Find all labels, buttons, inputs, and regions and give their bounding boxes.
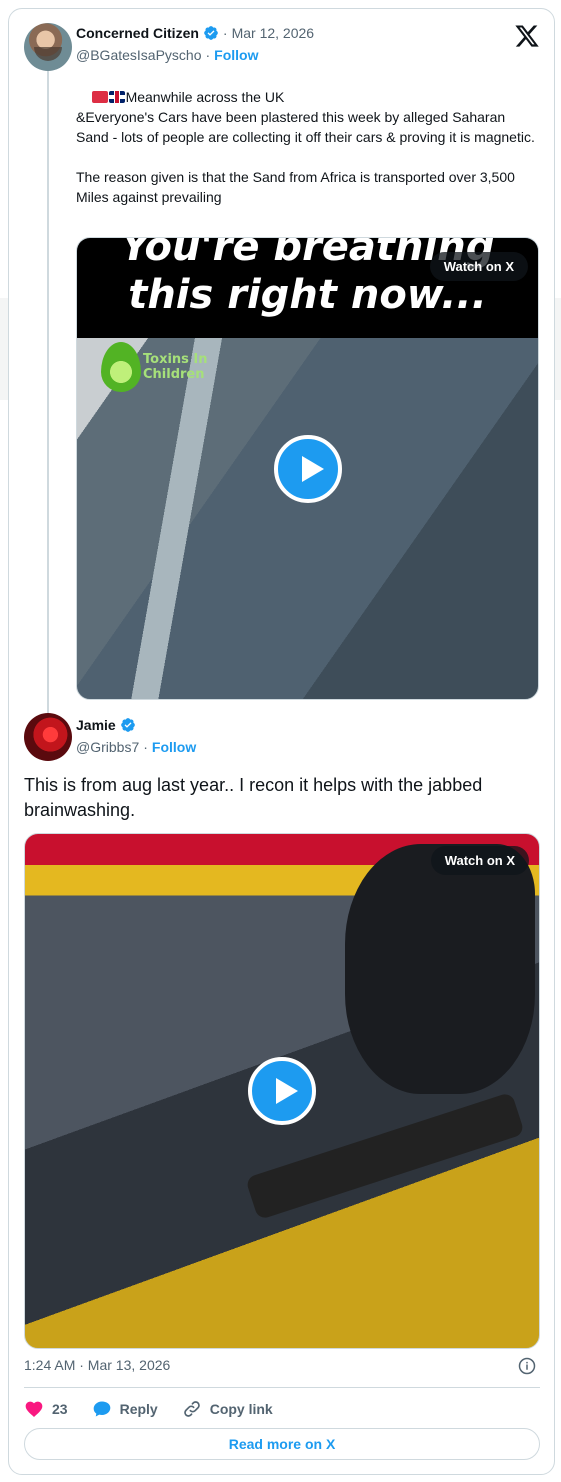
play-button-icon[interactable] <box>274 435 342 503</box>
heart-icon <box>25 1401 43 1417</box>
author-name[interactable]: Jamie <box>76 717 116 733</box>
reply-tweet-text: This is from aug last year.. I recon it … <box>24 775 483 820</box>
copy-link-button[interactable]: Copy link <box>182 1399 273 1419</box>
like-count: 23 <box>52 1401 68 1417</box>
follow-button[interactable]: Follow <box>214 47 258 63</box>
toxins-logo: Toxins In Children <box>101 342 208 392</box>
action-bar: 23 Reply Copy link <box>24 1399 297 1419</box>
siren-emoji-icon <box>91 91 108 103</box>
separator-dot: · <box>143 739 148 755</box>
read-more-button[interactable]: Read more on X <box>24 1428 540 1460</box>
tweet-embed-card: Concerned Citizen · Mar 12, 2026 @BGates… <box>8 8 555 1475</box>
drop-mascot-icon <box>101 342 141 392</box>
watch-on-x-button[interactable]: Watch on X <box>429 252 528 281</box>
uk-flag-emoji-icon <box>108 91 125 103</box>
reply-label: Reply <box>119 1401 158 1417</box>
tweet-timestamp[interactable]: 1:24 AM · Mar 13, 2026 <box>24 1357 170 1373</box>
follow-button[interactable]: Follow <box>152 739 196 755</box>
reply-bubble-icon <box>93 1401 110 1417</box>
x-logo-icon[interactable] <box>514 23 540 49</box>
info-icon[interactable] <box>518 1357 536 1375</box>
play-button-icon[interactable] <box>248 1057 316 1125</box>
author-handle[interactable]: @Gribbs7 <box>76 739 139 755</box>
video-frame-hand <box>345 844 535 1094</box>
separator-dot: · <box>205 47 211 63</box>
reply-handle-row: @Gribbs7 · Follow <box>76 739 196 755</box>
tweet-text-line: Meanwhile across the UK <box>125 89 285 105</box>
reply-author-row: Jamie <box>76 717 136 733</box>
logo-text-1: Toxins In <box>143 352 208 367</box>
main-tweet-handle-row: @BGatesIsaPyscho · Follow <box>76 47 259 63</box>
tweet-video[interactable]: Watch on X <box>24 833 540 1349</box>
avatar[interactable] <box>24 23 72 71</box>
author-name[interactable]: Concerned Citizen <box>76 25 199 41</box>
verified-badge-icon <box>120 718 135 732</box>
tweet-text-body: &Everyone's Cars have been plastered thi… <box>76 109 535 205</box>
tweet-date[interactable]: Mar 12, 2026 <box>232 25 315 41</box>
tweet-video[interactable]: You're breathing this right now... Toxin… <box>76 237 539 700</box>
watch-on-x-button[interactable]: Watch on X <box>430 846 529 875</box>
reply-button[interactable]: Reply <box>92 1399 158 1419</box>
logo-text-2: Children <box>143 367 205 382</box>
copy-link-label: Copy link <box>209 1401 273 1417</box>
author-handle[interactable]: @BGatesIsaPyscho <box>76 47 202 63</box>
thread-connector-line <box>47 71 49 713</box>
main-tweet-author-row: Concerned Citizen · Mar 12, 2026 <box>76 25 314 41</box>
separator-dot: · <box>222 25 228 41</box>
avatar[interactable] <box>24 713 72 761</box>
footer-divider <box>24 1387 540 1388</box>
link-icon <box>183 1401 200 1417</box>
like-button[interactable]: 23 <box>24 1399 68 1419</box>
verified-badge-icon <box>204 26 218 40</box>
